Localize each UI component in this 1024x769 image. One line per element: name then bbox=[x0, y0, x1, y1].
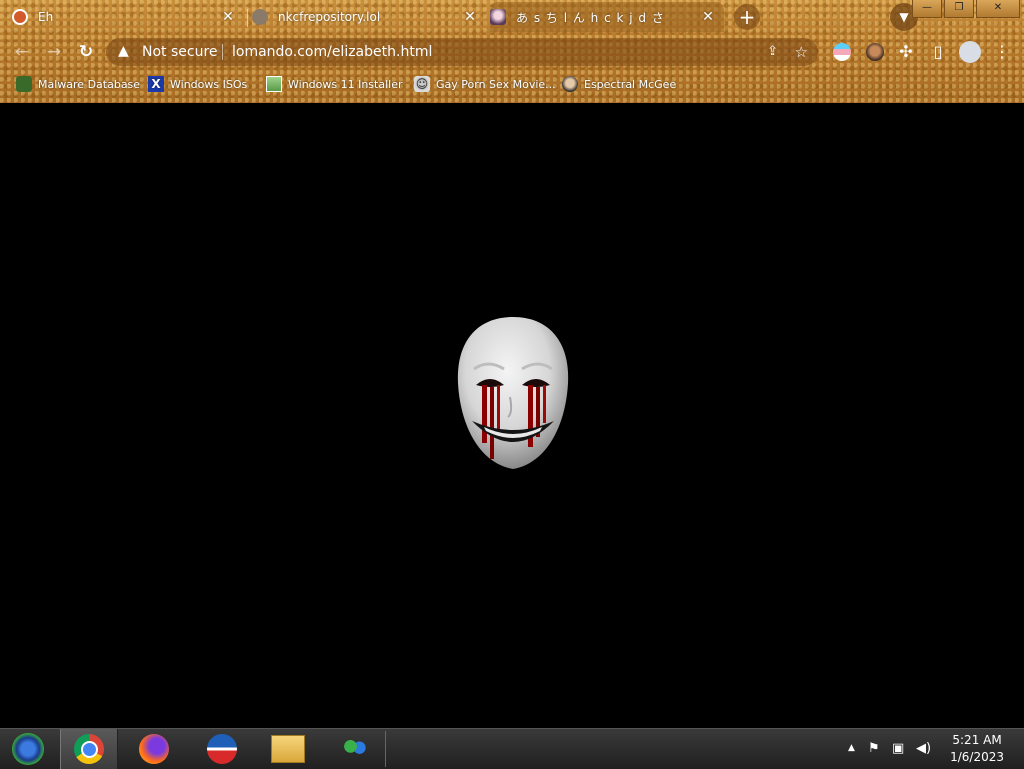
divider bbox=[222, 44, 223, 60]
outlook-icon bbox=[207, 734, 237, 764]
tab-eh[interactable]: Eh ✕ bbox=[12, 2, 244, 32]
restore-button[interactable]: ❐ bbox=[944, 0, 974, 18]
browser-chrome: Eh ✕ nkcfrepository.lol ✕ あ s ち l ん h c … bbox=[0, 0, 1024, 103]
close-icon[interactable]: ✕ bbox=[462, 9, 478, 25]
tab-nkcfrepository[interactable]: nkcfrepository.lol ✕ bbox=[252, 2, 486, 32]
address-bar[interactable]: ▲ Not secure lomando.com/elizabeth.html … bbox=[106, 38, 818, 66]
image-icon bbox=[266, 76, 282, 92]
tab-title: あ s ち l ん h c k j d さ bbox=[516, 10, 665, 25]
start-button[interactable] bbox=[0, 729, 56, 769]
taskbar-outlook[interactable] bbox=[194, 729, 250, 769]
globe-icon bbox=[12, 9, 28, 25]
taskbar-divider bbox=[385, 731, 386, 767]
extension-avatar-icon[interactable] bbox=[866, 43, 884, 61]
reload-button[interactable]: ↻ bbox=[76, 42, 96, 62]
face-icon bbox=[562, 76, 578, 92]
minimize-button[interactable]: — bbox=[912, 0, 942, 18]
new-tab-button[interactable]: + bbox=[734, 4, 760, 30]
profile-icon[interactable] bbox=[959, 41, 981, 63]
taskbar-messenger[interactable] bbox=[327, 729, 383, 769]
clock-time: 5:21 AM bbox=[952, 733, 1002, 747]
warning-icon[interactable]: ▲ bbox=[118, 43, 129, 59]
bookmark-label: Windows 11 Installer bbox=[288, 77, 403, 91]
forward-button[interactable]: → bbox=[44, 42, 64, 62]
chrome-icon bbox=[74, 734, 104, 764]
back-button[interactable]: ← bbox=[12, 42, 32, 62]
tab-title: Eh bbox=[38, 10, 54, 24]
network-icon[interactable]: ▣ bbox=[892, 741, 904, 756]
tab-active[interactable]: あ s ち l ん h c k j d さ ✕ bbox=[490, 2, 724, 32]
tab-separator bbox=[247, 9, 248, 27]
leaf-icon bbox=[16, 76, 32, 92]
site-icon bbox=[252, 9, 268, 25]
taskbar-file-explorer[interactable] bbox=[260, 729, 316, 769]
firefox-icon bbox=[139, 734, 169, 764]
messenger-icon bbox=[340, 736, 370, 762]
browser-toolbar: ← → ↻ ▲ Not secure lomando.com/elizabeth… bbox=[0, 34, 1024, 70]
flag-icon[interactable]: ⚑ bbox=[868, 741, 880, 756]
start-orb-icon bbox=[12, 733, 44, 765]
bookmark-windows-11-installer[interactable]: Windows 11 Installer bbox=[266, 76, 403, 92]
folder-icon bbox=[271, 735, 305, 763]
puzzle-icon[interactable]: ✣ bbox=[896, 42, 916, 61]
robot-icon: ☺ bbox=[414, 76, 430, 92]
tab-strip: Eh ✕ nkcfrepository.lol ✕ あ s ち l ん h c … bbox=[0, 0, 1024, 34]
bookmark-label: Espectral McGee bbox=[584, 77, 677, 91]
smiling-mask-image bbox=[452, 313, 574, 473]
bookmark-label: Gay Porn Sex Movie... bbox=[436, 77, 556, 91]
clock[interactable]: 5:21 AM 1/6/2023 bbox=[950, 732, 1004, 766]
tab-title: nkcfrepository.lol bbox=[278, 10, 381, 24]
bookmark-malware-database[interactable]: Malware Database bbox=[16, 76, 140, 92]
volume-icon[interactable]: ◀) bbox=[916, 741, 931, 756]
url-text[interactable]: lomando.com/elizabeth.html bbox=[232, 44, 432, 60]
share-icon[interactable]: ⇪ bbox=[767, 44, 778, 59]
bookmark-espectral-mcgee[interactable]: Espectral McGee bbox=[562, 76, 676, 92]
bookmark-gay-porn-sex-movie[interactable]: ☺ Gay Porn Sex Movie... bbox=[414, 76, 556, 92]
taskbar-chrome[interactable] bbox=[60, 729, 118, 769]
close-icon[interactable]: ✕ bbox=[220, 9, 236, 25]
bookmarks-bar: Malware Database X Windows ISOs Windows … bbox=[0, 70, 1024, 98]
clock-date: 1/6/2023 bbox=[950, 750, 1004, 764]
tray-expand-icon[interactable]: ▲ bbox=[848, 743, 855, 753]
side-panel-icon[interactable]: ▯ bbox=[928, 42, 948, 61]
star-icon[interactable]: ☆ bbox=[795, 43, 808, 61]
bookmark-windows-isos[interactable]: X Windows ISOs bbox=[148, 76, 247, 92]
anime-avatar-icon bbox=[490, 9, 506, 25]
x-icon: X bbox=[148, 76, 164, 92]
extension-flag-icon[interactable] bbox=[833, 43, 851, 61]
menu-icon[interactable]: ⋮ bbox=[992, 42, 1012, 61]
close-window-button[interactable]: ✕ bbox=[976, 0, 1020, 18]
security-label[interactable]: Not secure bbox=[142, 44, 218, 60]
window-controls: — ❐ ✕ bbox=[910, 0, 1020, 18]
bookmark-label: Malware Database bbox=[38, 77, 141, 91]
taskbar-firefox[interactable] bbox=[126, 729, 182, 769]
taskbar: ▲ ⚑ ▣ ◀) 5:21 AM 1/6/2023 bbox=[0, 728, 1024, 769]
page-content bbox=[0, 103, 1024, 728]
bookmark-label: Windows ISOs bbox=[170, 77, 248, 91]
close-icon[interactable]: ✕ bbox=[700, 9, 716, 25]
